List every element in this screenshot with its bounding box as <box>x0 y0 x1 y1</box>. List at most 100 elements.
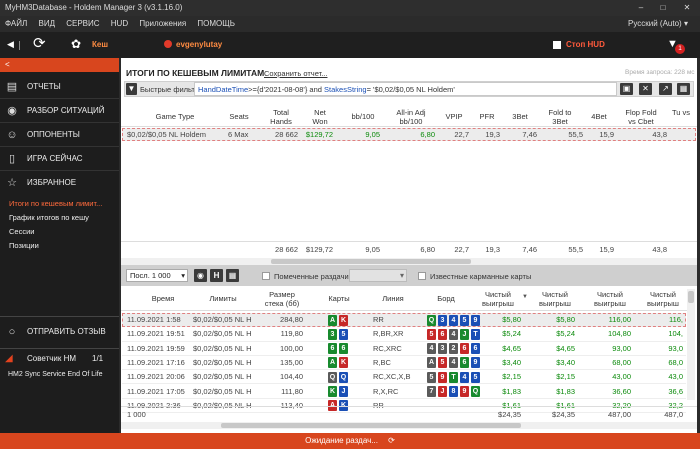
sidebar-item-reports[interactable]: ▤ ОТЧЕТЫ <box>0 75 119 99</box>
menu-tools[interactable]: СЕРВИС <box>66 16 99 32</box>
divider <box>121 310 687 311</box>
sidebar-item-situations[interactable]: ◉ РАЗБОР СИТУАЦИЙ <box>0 99 119 123</box>
save-report-link[interactable]: Сохранить отчет... <box>264 69 327 78</box>
sidebar-collapse-button[interactable]: < <box>0 58 119 72</box>
refresh-icon[interactable]: ⟳ <box>388 436 395 445</box>
col-board[interactable]: Борд <box>426 294 466 303</box>
back-icon[interactable]: ◀ <box>7 39 14 50</box>
board-card: 4 <box>449 328 458 340</box>
horizontal-scrollbar[interactable] <box>121 258 697 265</box>
board-card: 6 <box>460 343 469 355</box>
table-view-icon[interactable]: ▦ <box>677 83 690 95</box>
sidebar-subitem-cash-graph[interactable]: График итогов по кешу <box>0 211 119 225</box>
hand-time: 11.09.2021 17:16 <box>127 357 185 367</box>
cash-mode-label[interactable]: Кеш <box>92 40 108 49</box>
col-net-won-3[interactable]: Чистый выигрыш <box>589 290 631 308</box>
marked-hands-label: Помеченные раздачи <box>274 272 349 281</box>
sidebar-item-play-now[interactable]: ▯ ИГРА СЕЙЧАС <box>0 147 119 171</box>
col-cards[interactable]: Карты <box>321 294 357 303</box>
col-time[interactable]: Время <box>141 294 185 303</box>
scrollbar-thumb[interactable] <box>221 423 521 428</box>
maximize-button[interactable]: □ <box>652 0 674 16</box>
clear-filter-icon[interactable]: ✕ <box>639 83 652 95</box>
sidebar-subitem-positions[interactable]: Позиции <box>0 239 119 253</box>
hand-net-won-4: 93,0 <box>668 343 683 353</box>
known-cards-label: Известные карманные карты <box>430 272 532 281</box>
divider <box>121 126 697 127</box>
grid-view-icon[interactable]: ▦ <box>226 269 239 282</box>
col-vpip[interactable]: VPIP <box>443 112 465 121</box>
last-hands-value: Посл. 1 000 <box>130 271 171 280</box>
hands-total-w2: $24,35 <box>552 410 575 419</box>
refresh-icon[interactable]: ⟳ <box>33 35 46 53</box>
hand-limit: $0,02/$0,05 NL H <box>193 343 252 353</box>
board-card: Q <box>471 386 480 397</box>
hole-card: K <box>339 357 348 369</box>
vertical-scrollbar[interactable] <box>687 289 695 400</box>
scrollbar-thumb[interactable] <box>688 291 694 303</box>
col-3bet[interactable]: 3Bet <box>507 112 533 121</box>
col-net-won-1[interactable]: Чистый выигрыш <box>477 290 519 308</box>
send-feedback-button[interactable]: ○ ОТПРАВИТЬ ОТЗЫВ <box>0 320 119 344</box>
save-filter-icon[interactable]: ▣ <box>620 83 633 95</box>
hand-net-won-3: 104,80 <box>608 329 631 339</box>
col-fold-to-3bet[interactable]: Fold to 3Bet <box>543 108 577 126</box>
col-limits[interactable]: Лимиты <box>201 294 245 303</box>
col-allin-adj[interactable]: All-in Adj bb/100 <box>387 108 435 126</box>
stop-hud-checkbox[interactable] <box>553 41 561 49</box>
col-line[interactable]: Линия <box>371 294 415 303</box>
menu-view[interactable]: ВИД <box>38 16 55 32</box>
chart-icon[interactable]: ↗ <box>659 83 672 95</box>
advisor-row[interactable]: ◢ Советчик HM 1/1 <box>0 351 119 367</box>
board-card: 4 <box>449 357 458 369</box>
menu-apps[interactable]: Приложения <box>139 16 186 32</box>
last-hands-select[interactable]: Посл. 1 000 ▾ <box>126 269 188 282</box>
hand-net-won-2: $4,65 <box>556 343 575 353</box>
col-flop-fold-vs-cbet[interactable]: Flop Fold vs Cbet <box>621 108 661 126</box>
request-time: Время запроса: 228 мс <box>625 69 695 76</box>
sidebar-subitem-cash-totals[interactable]: Итоги по кешевым лимит... <box>0 197 119 211</box>
eye-icon[interactable]: ◉ <box>194 269 207 282</box>
hand-net-won-1: $3,40 <box>502 357 521 367</box>
hud-toggle-button[interactable]: H <box>210 269 223 282</box>
sidebar-item-favorites[interactable]: ☆ ИЗБРАННОЕ <box>0 171 119 195</box>
board-card: 9 <box>471 357 480 369</box>
horizontal-scrollbar[interactable] <box>121 422 697 429</box>
chevron-down-icon: ▾ <box>683 19 688 28</box>
sync-notice[interactable]: HM2 Sync Service End Of Life <box>8 371 103 378</box>
sidebar-item-opponents[interactable]: ☺ ОППОНЕНТЫ <box>0 123 119 147</box>
col-4bet[interactable]: 4Bet <box>586 112 612 121</box>
summary-seats: 6 Max <box>228 130 249 139</box>
col-net-won-2[interactable]: Чистый выигрыш <box>534 290 576 308</box>
marked-hands-select[interactable]: ▾ <box>349 269 407 282</box>
scrollbar-thumb[interactable] <box>271 259 471 264</box>
menu-hud[interactable]: HUD <box>111 16 128 32</box>
board-card: T <box>471 328 480 340</box>
col-net-won[interactable]: Net Won <box>307 108 333 126</box>
col-net-won-4[interactable]: Чистый выигрыш <box>643 290 683 308</box>
close-button[interactable]: ✕ <box>676 0 698 16</box>
hand-time: 11.09.2021 19:59 <box>127 343 185 353</box>
sidebar-subitem-sessions[interactable]: Сессии <box>0 225 119 239</box>
hand-net-won-3: 93,00 <box>612 343 631 353</box>
player-name[interactable]: evgenylutay <box>176 40 222 49</box>
language-select[interactable]: Русский (Auto) ▾ <box>628 16 688 32</box>
minimize-button[interactable]: – <box>630 0 652 16</box>
marked-hands-checkbox[interactable] <box>262 272 270 280</box>
hand-time: 11.09.2021 1:58 <box>127 315 181 324</box>
hands-total-w1: $24,35 <box>498 410 521 419</box>
col-game-type[interactable]: Game Type <box>131 112 219 121</box>
filter-icon[interactable]: ▼ <box>126 83 137 95</box>
col-turn[interactable]: Tu vs <box>672 108 694 117</box>
hand-limit: $0,02/$0,05 NL H <box>193 315 252 324</box>
col-total-hands[interactable]: Total Hands <box>264 108 298 126</box>
col-bb100[interactable]: bb/100 <box>346 112 380 121</box>
board-card: J <box>460 328 469 340</box>
col-pfr[interactable]: PFR <box>476 112 498 121</box>
menu-help[interactable]: ПОМОЩЬ <box>197 16 235 32</box>
col-seats[interactable]: Seats <box>224 112 254 121</box>
known-cards-checkbox[interactable] <box>418 272 426 280</box>
menu-file[interactable]: ФАЙЛ <box>5 16 27 32</box>
filter-expression: HandDateTime>={d'2021-08-08'} and Stakes… <box>198 85 455 94</box>
col-stack-size[interactable]: Размер стека (бб) <box>261 290 303 308</box>
